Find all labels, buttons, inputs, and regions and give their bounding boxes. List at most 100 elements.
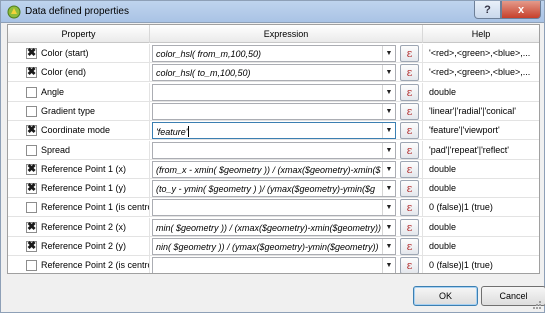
chevron-down-icon[interactable]: ▼: [382, 239, 395, 254]
chevron-down-icon[interactable]: ▼: [382, 200, 395, 216]
property-checkbox[interactable]: ✖: [26, 162, 37, 175]
expression-text[interactable]: min( $geometry )) / (xmax($geometry)-xmi…: [156, 223, 381, 233]
expression-text[interactable]: nin( $geometry )) / (ymax($geometry)-ymi…: [156, 242, 379, 252]
chevron-down-icon[interactable]: ▼: [382, 181, 395, 197]
expression-builder-button[interactable]: ε: [400, 160, 419, 178]
checkmark-icon: ✖: [27, 162, 37, 175]
expression-combobox[interactable]: color_hsl( to_m,100,50) ▼: [152, 64, 396, 82]
help-cell: 'pad'|'repeat'|'reflect': [423, 141, 539, 160]
expression-builder-button[interactable]: ε: [400, 102, 419, 120]
property-checkbox[interactable]: ✖: [26, 183, 37, 195]
expression-builder-button[interactable]: ε: [400, 83, 419, 101]
property-cell: Angle: [8, 82, 150, 102]
ok-button[interactable]: OK: [413, 286, 478, 306]
help-cell: 'feature'|'viewport': [423, 121, 539, 140]
property-label: Spread: [41, 144, 71, 155]
expression-builder-button[interactable]: ε: [400, 141, 419, 159]
expression-combobox[interactable]: (from_x - xmin( $geometry )) / (xmax($ge…: [152, 160, 396, 178]
expression-combobox[interactable]: ▼: [152, 141, 396, 159]
expression-combobox[interactable]: nin( $geometry )) / (ymax($geometry)-ymi…: [152, 238, 396, 255]
expression-text[interactable]: color_hsl( to_m,100,50): [156, 68, 251, 78]
property-label: Color (start): [41, 48, 89, 58]
property-label: Reference Point 1 (is centro: [41, 202, 149, 213]
table-row: Reference Point 1 (is centro ▼ ε 0 (fals…: [8, 198, 539, 218]
expression-builder-button[interactable]: ε: [400, 180, 419, 198]
property-cell: ✖ Reference Point 2 (y): [8, 237, 150, 256]
help-text: '<red>,<green>,<blue>,...: [429, 48, 531, 58]
expression-text[interactable]: (to_y - ymin( $geometry ) )/ (ymax($geom…: [156, 184, 375, 194]
expression-cell: nin( $geometry )) / (ymax($geometry)-ymi…: [150, 237, 423, 256]
property-label: Gradient type: [41, 105, 96, 116]
help-title-button[interactable]: ?: [474, 1, 501, 19]
expression-combobox[interactable]: 'feature' ▼: [152, 122, 396, 140]
property-label: Reference Point 1 (y): [41, 183, 127, 194]
chevron-down-icon[interactable]: ▼: [382, 219, 395, 235]
table-row: Angle ▼ ε double: [8, 82, 539, 102]
chevron-down-icon[interactable]: ▼: [382, 103, 395, 119]
epsilon-icon: ε: [406, 85, 413, 99]
resize-grip-icon[interactable]: [532, 300, 542, 310]
table-row: Gradient type ▼ ε 'linear'|'radial'|'con…: [8, 101, 539, 121]
property-checkbox[interactable]: ✖: [26, 221, 37, 233]
help-text: 0 (false)|1 (true): [429, 202, 493, 213]
expression-builder-button[interactable]: ε: [400, 45, 419, 62]
property-cell: ✖ Coordinate mode: [8, 121, 150, 141]
chevron-down-icon[interactable]: ▼: [382, 258, 395, 273]
property-checkbox[interactable]: ✖: [26, 124, 37, 137]
table-header: Property Expression Help: [8, 25, 539, 43]
help-cell: double: [423, 83, 539, 102]
epsilon-icon: ε: [406, 259, 413, 273]
property-checkbox[interactable]: ✖: [26, 48, 37, 59]
expression-text[interactable]: color_hsl( from_m,100,50): [156, 49, 261, 59]
property-cell: ✖ Reference Point 1 (y): [8, 179, 150, 199]
property-checkbox[interactable]: [26, 260, 37, 272]
epsilon-icon: ε: [406, 182, 413, 196]
property-checkbox[interactable]: [26, 144, 37, 156]
property-checkbox[interactable]: ✖: [26, 66, 37, 79]
expression-builder-button[interactable]: ε: [400, 64, 419, 82]
property-checkbox[interactable]: [26, 105, 37, 117]
checkmark-icon: ✖: [27, 124, 37, 137]
table-row: ✖ Reference Point 1 (x) (from_x - xmin( …: [8, 159, 539, 179]
help-text: double: [429, 183, 457, 194]
chevron-down-icon[interactable]: ▼: [382, 161, 395, 177]
property-checkbox[interactable]: ✖: [26, 241, 37, 252]
expression-builder-button[interactable]: ε: [400, 199, 419, 217]
expression-text[interactable]: 'feature': [156, 126, 190, 138]
column-header-expression[interactable]: Expression: [150, 25, 423, 43]
expression-combobox[interactable]: ▼: [152, 199, 396, 217]
help-text: 'feature'|'viewport': [429, 125, 500, 136]
expression-cell: (to_y - ymin( $geometry ) )/ (ymax($geom…: [150, 179, 423, 199]
chevron-down-icon[interactable]: ▼: [382, 123, 395, 139]
table-row: ✖ Reference Point 2 (y) nin( $geometry )…: [8, 237, 539, 256]
expression-combobox[interactable]: (to_y - ymin( $geometry ) )/ (ymax($geom…: [152, 180, 396, 198]
title-bar[interactable]: Data defined properties ? x: [1, 1, 544, 23]
chevron-down-icon[interactable]: ▼: [382, 46, 395, 61]
expression-combobox[interactable]: ▼: [152, 83, 396, 101]
expression-combobox[interactable]: min( $geometry )) / (xmax($geometry)-xmi…: [152, 218, 396, 236]
expression-combobox[interactable]: ▼: [152, 102, 396, 120]
checkmark-icon: ✖: [27, 66, 37, 79]
expression-builder-button[interactable]: ε: [400, 257, 419, 273]
close-title-button[interactable]: x: [501, 1, 541, 19]
property-checkbox[interactable]: [26, 86, 37, 98]
table-row: Spread ▼ ε 'pad'|'repeat'|'reflect': [8, 140, 539, 160]
expression-text[interactable]: (from_x - xmin( $geometry )) / (xmax($ge…: [156, 165, 381, 175]
help-text: double: [429, 241, 457, 251]
help-cell: double: [423, 237, 539, 256]
expression-builder-button[interactable]: ε: [400, 238, 419, 255]
chevron-down-icon[interactable]: ▼: [382, 65, 395, 81]
expression-combobox[interactable]: color_hsl( from_m,100,50) ▼: [152, 45, 396, 62]
expression-builder-button[interactable]: ε: [400, 122, 419, 140]
expression-builder-button[interactable]: ε: [400, 218, 419, 236]
property-checkbox[interactable]: [26, 202, 37, 214]
property-cell: Reference Point 1 (is centro: [8, 198, 150, 218]
column-header-property[interactable]: Property: [8, 25, 150, 43]
help-cell: '<red>,<green>,<blue>,...: [423, 44, 539, 63]
property-cell: ✖ Color (end): [8, 63, 150, 83]
column-header-help[interactable]: Help: [423, 25, 539, 43]
expression-combobox[interactable]: ▼: [152, 257, 396, 273]
chevron-down-icon[interactable]: ▼: [382, 84, 395, 100]
help-cell: 'linear'|'radial'|'conical': [423, 102, 539, 121]
chevron-down-icon[interactable]: ▼: [382, 142, 395, 158]
